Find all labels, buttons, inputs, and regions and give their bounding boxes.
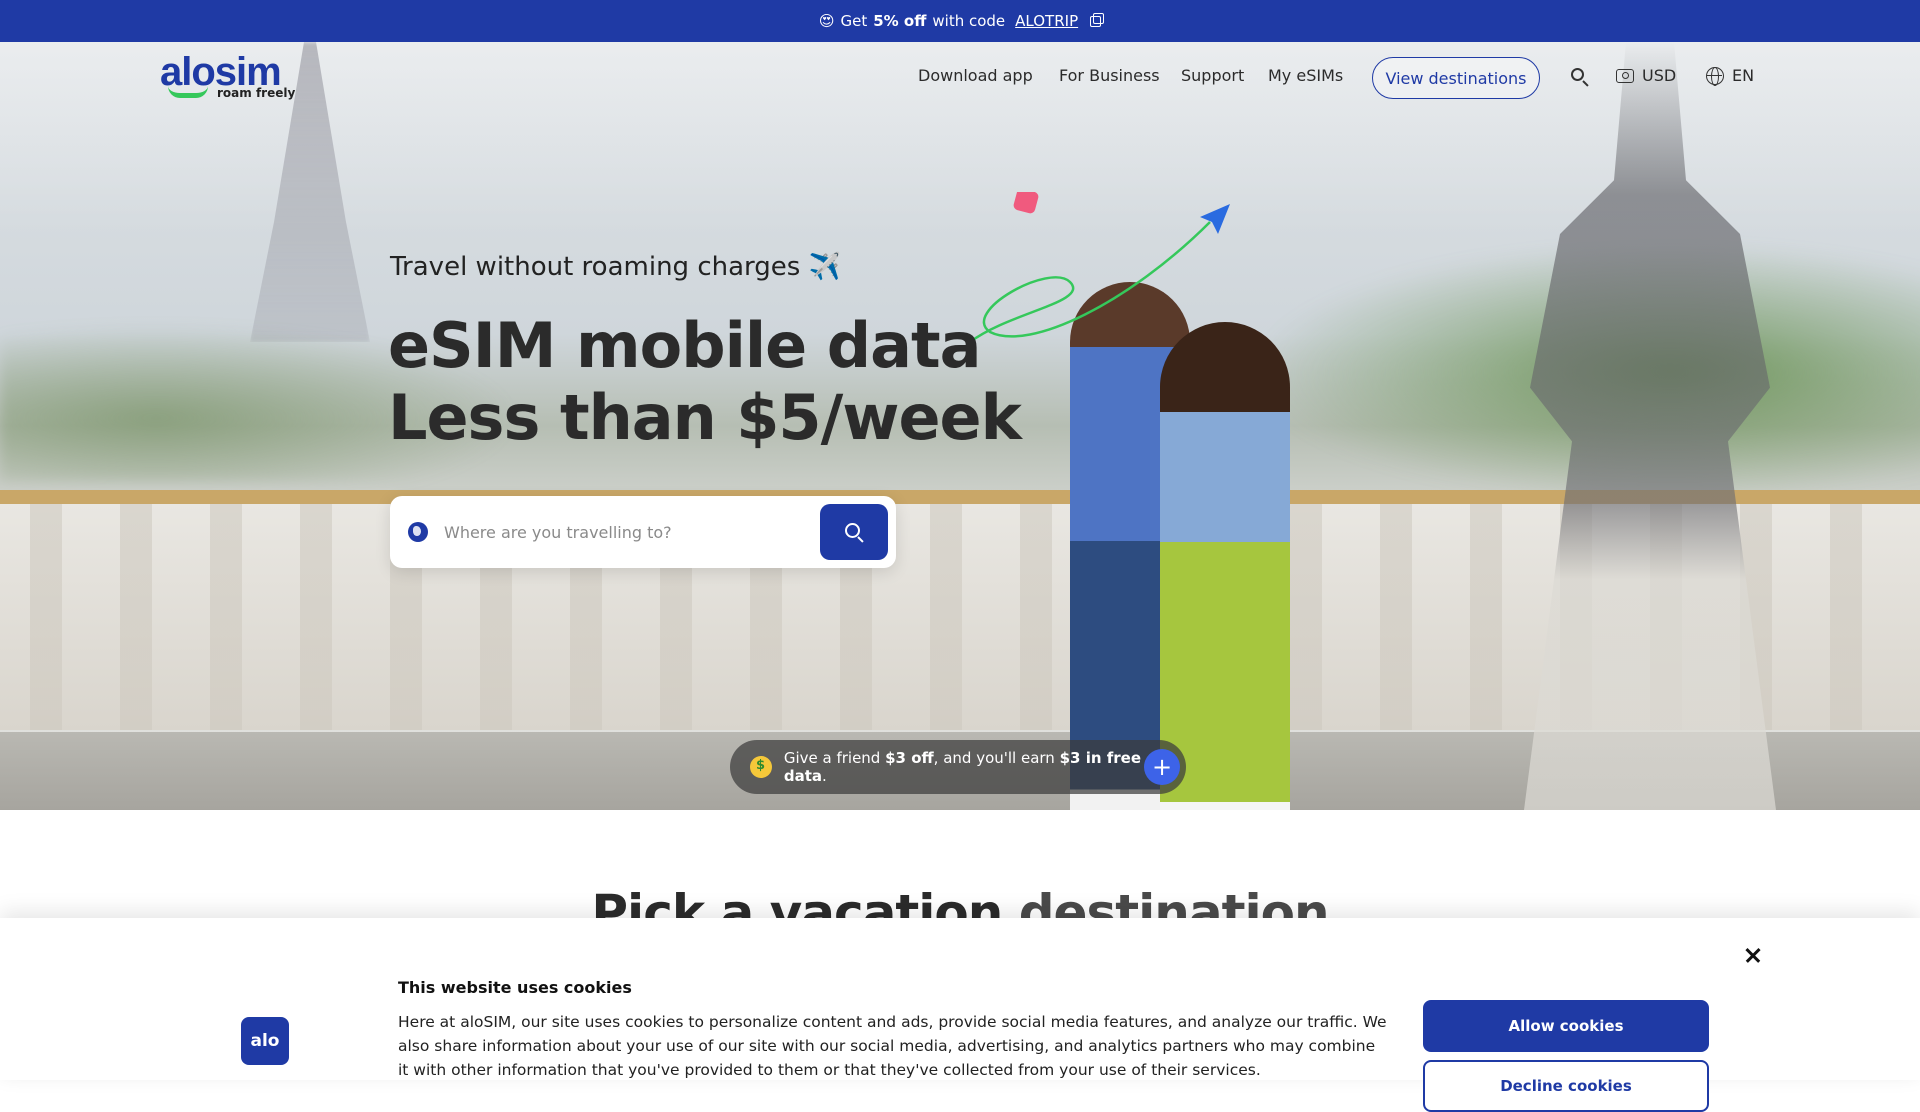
cash-icon: [1616, 68, 1634, 83]
headline-line-2: Less than $5/week: [388, 381, 1022, 454]
decline-cookies-button[interactable]: Decline cookies: [1423, 1060, 1709, 1112]
hero-tagline: Travel without roaming charges ✈️: [390, 252, 841, 282]
promo-discount: 5% off: [873, 12, 927, 30]
search-submit-button[interactable]: [820, 504, 888, 560]
alosim-logo[interactable]: alosim roam freely: [160, 50, 300, 105]
copy-icon[interactable]: [1090, 12, 1105, 27]
headline-line-1: eSIM mobile data: [388, 309, 981, 382]
earth-icon: [408, 522, 428, 542]
currency-selector[interactable]: USD: [1616, 66, 1676, 85]
promo-code[interactable]: ALOTRIP: [1015, 12, 1078, 30]
plus-icon[interactable]: +: [1144, 749, 1180, 785]
language-selector[interactable]: EN: [1706, 66, 1755, 86]
language-label: EN: [1732, 66, 1755, 85]
promo-middle: with code: [932, 12, 1006, 30]
cookie-body: Here at aloSIM, our site uses cookies to…: [398, 1013, 1387, 1079]
referral-banner[interactable]: Give a friend $3 off, and you'll earn $3…: [730, 740, 1186, 794]
logo-tagline: roam freely: [217, 86, 296, 100]
cookie-banner: alo This website uses cookies Here at al…: [0, 918, 1920, 1112]
cookie-title: This website uses cookies: [398, 978, 632, 997]
hero-headline: eSIM mobile data Less than $5/week: [388, 309, 1022, 454]
referral-text: Give a friend $3 off, and you'll earn $3…: [783, 749, 1142, 785]
nav-for-business[interactable]: For Business: [1059, 66, 1160, 85]
nav-support[interactable]: Support: [1181, 66, 1244, 85]
alo-app-icon: alo: [241, 1017, 289, 1065]
money-face-icon: [750, 756, 772, 778]
close-icon[interactable]: [1740, 942, 1766, 968]
allow-cookies-button[interactable]: Allow cookies: [1423, 1000, 1709, 1052]
nav-my-esims[interactable]: My eSIMs: [1268, 66, 1343, 85]
promo-prefix: Get: [840, 12, 868, 30]
nav-download-app[interactable]: Download app: [918, 66, 1033, 85]
globe-icon: [1706, 66, 1724, 86]
currency-label: USD: [1642, 66, 1677, 85]
destination-search-box: [390, 496, 896, 568]
promo-emoji: 😍: [818, 12, 835, 30]
destination-search-input[interactable]: [442, 514, 802, 550]
view-destinations-button[interactable]: View destinations: [1372, 57, 1540, 99]
search-icon[interactable]: [1571, 68, 1589, 87]
woman-figure: [1160, 322, 1290, 810]
promo-bar: 😍 Get 5% off with code ALOTRIP: [0, 0, 1920, 42]
logo-smile-icon: [168, 86, 208, 98]
